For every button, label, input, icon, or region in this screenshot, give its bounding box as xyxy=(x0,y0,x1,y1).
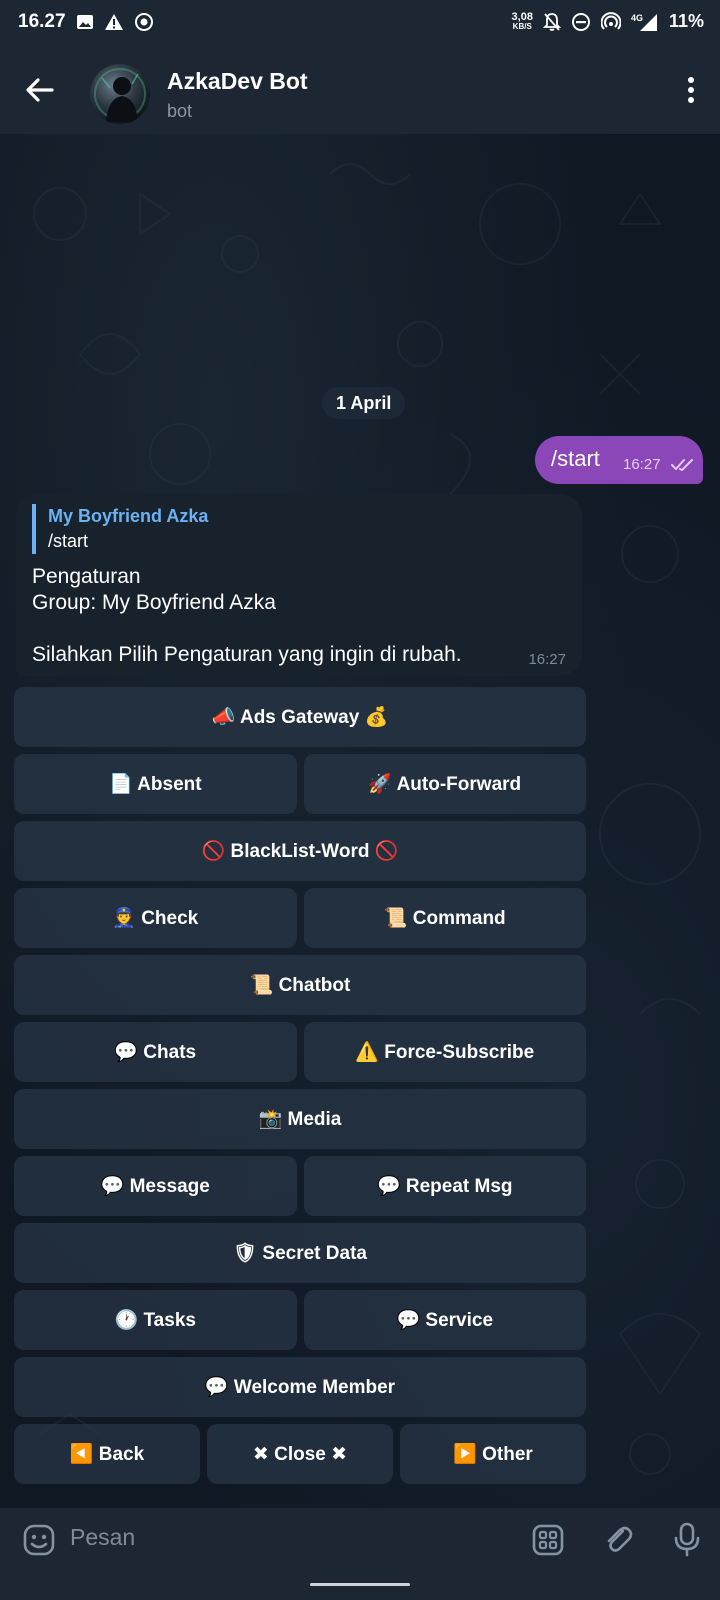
keyboard-row: 👮 Check 📜 Command xyxy=(14,888,586,948)
message-button[interactable]: 💬 Message xyxy=(14,1156,297,1216)
record-icon xyxy=(135,13,153,31)
keyboard-row: 💬 Message 💬 Repeat Msg xyxy=(14,1156,586,1216)
keyboard-row: 📜 Chatbot xyxy=(14,955,586,1015)
speed-value: 3,08 xyxy=(511,10,533,23)
keyboard-row: 📄 Absent 🚀 Auto-Forward xyxy=(14,754,586,814)
home-gesture-handle[interactable] xyxy=(310,1583,410,1586)
image-icon xyxy=(77,15,93,29)
incoming-message-time: 16:27 xyxy=(528,651,566,668)
force-subscribe-button[interactable]: ⚠️ Force-Subscribe xyxy=(303,1022,586,1082)
avatar-figure-icon xyxy=(101,73,139,122)
signal-4g-icon: 4G xyxy=(631,13,657,31)
status-left-icons xyxy=(76,12,154,32)
incoming-message[interactable]: My Boyfriend Azka /start Pengaturan Grou… xyxy=(16,494,582,676)
tasks-button[interactable]: 🕐 Tasks xyxy=(14,1290,297,1350)
bell-off-icon xyxy=(542,12,561,31)
status-right-icons: 3,08 KB/S 4G 11% xyxy=(512,11,704,32)
reply-text: /start xyxy=(48,531,89,551)
microphone-icon[interactable] xyxy=(672,1522,702,1558)
arrow-left-icon[interactable] xyxy=(22,72,58,108)
ads-gateway-button[interactable]: 📣 Ads Gateway 💰 xyxy=(14,687,586,747)
outgoing-message[interactable]: /start 16:27 xyxy=(535,436,703,484)
message-line: Pengaturan xyxy=(32,565,141,588)
keyboard-row: 🕐 Tasks 💬 Service xyxy=(14,1290,586,1350)
chats-button[interactable]: 💬 Chats xyxy=(14,1022,297,1082)
chat-area[interactable]: 1 April /start 16:27 My Boyfriend Azka /… xyxy=(0,134,720,1508)
avatar[interactable] xyxy=(90,64,150,124)
message-line: Silahkan Pilih Pengaturan yang ingin di … xyxy=(32,643,462,666)
status-bar: 16.27 3,08 KB/S 4G 11% xyxy=(0,0,720,46)
chatbot-button[interactable]: 📜 Chatbot xyxy=(14,955,586,1015)
close-button[interactable]: ✖ Close ✖ xyxy=(207,1424,393,1484)
keyboard-row: ◀️ Back ✖ Close ✖ ▶️ Other xyxy=(14,1424,586,1484)
message-line xyxy=(32,616,462,642)
check-button[interactable]: 👮 Check xyxy=(14,888,297,948)
network-type-label: 4G xyxy=(631,13,643,23)
outgoing-message-text: /start xyxy=(551,446,600,471)
network-speed: 3,08 KB/S xyxy=(511,10,533,32)
other-button[interactable]: ▶️ Other xyxy=(400,1424,586,1484)
double-check-icon xyxy=(671,459,693,471)
system-nav-bar xyxy=(0,1570,720,1600)
keyboard-row: 💬 Welcome Member xyxy=(14,1357,586,1417)
status-time: 16.27 xyxy=(18,11,66,32)
message-body: Pengaturan Group: My Boyfriend Azka Sila… xyxy=(32,564,462,668)
reply-quote[interactable]: My Boyfriend Azka /start xyxy=(32,504,208,554)
more-vert-icon[interactable] xyxy=(684,74,698,106)
keyboard-row: 🚫 BlackList-Word 🚫 xyxy=(14,821,586,881)
message-input-bar xyxy=(0,1508,720,1570)
keyboard-row: 📸 Media xyxy=(14,1089,586,1149)
absent-button[interactable]: 📄 Absent xyxy=(14,754,297,814)
auto-forward-button[interactable]: 🚀 Auto-Forward xyxy=(303,754,586,814)
welcome-member-button[interactable]: 💬 Welcome Member xyxy=(14,1357,586,1417)
repeat-msg-button[interactable]: 💬 Repeat Msg xyxy=(303,1156,586,1216)
command-button[interactable]: 📜 Command xyxy=(303,888,586,948)
message-line: Group: My Boyfriend Azka xyxy=(32,591,276,614)
media-button[interactable]: 📸 Media xyxy=(14,1089,586,1149)
emoji-icon[interactable] xyxy=(22,1523,56,1557)
paperclip-icon[interactable] xyxy=(601,1522,635,1556)
blacklist-word-button[interactable]: 🚫 BlackList-Word 🚫 xyxy=(14,821,586,881)
hotspot-icon xyxy=(600,11,621,30)
warning-icon xyxy=(105,14,123,30)
chat-header: AzkaDev Bot bot xyxy=(0,46,720,134)
inline-keyboard: 📣 Ads Gateway 💰 📄 Absent 🚀 Auto-Forward … xyxy=(14,687,586,1491)
keyboard-row: 🛡 Secret Data xyxy=(14,1223,586,1283)
message-input[interactable] xyxy=(70,1524,490,1551)
outgoing-message-time: 16:27 xyxy=(623,456,661,473)
keyboard-row: 📣 Ads Gateway 💰 xyxy=(14,687,586,747)
chat-subtitle: bot xyxy=(167,101,193,121)
reply-sender: My Boyfriend Azka xyxy=(48,506,209,526)
chat-title[interactable]: AzkaDev Bot xyxy=(167,68,308,95)
date-divider: 1 April xyxy=(322,387,406,419)
do-not-disturb-icon xyxy=(571,12,590,31)
bot-commands-icon[interactable] xyxy=(532,1524,564,1556)
speed-unit: KB/S xyxy=(512,21,532,31)
keyboard-row: 💬 Chats ⚠️ Force-Subscribe xyxy=(14,1022,586,1082)
secret-data-button[interactable]: 🛡 Secret Data xyxy=(14,1223,586,1283)
back-button[interactable]: ◀️ Back xyxy=(14,1424,200,1484)
service-button[interactable]: 💬 Service xyxy=(303,1290,586,1350)
battery-level: 11% xyxy=(668,11,704,31)
